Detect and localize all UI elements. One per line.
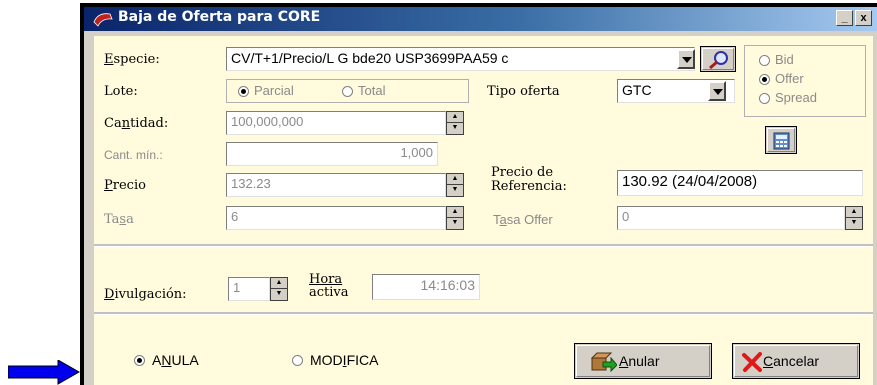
divulgacion-spinner[interactable]: ▲ ▼ (270, 277, 288, 301)
parcial-label: Parcial (254, 83, 294, 98)
cancel-x-icon (742, 352, 762, 372)
tasa-offer-label: Tasa Offer (493, 212, 553, 227)
tasa-offer-input[interactable]: 0 (617, 206, 845, 230)
hora-activa-value: 14:16:03 (372, 274, 480, 300)
minimize-button[interactable]: _ (836, 10, 853, 26)
cantidad-spinner[interactable]: ▲ ▼ (446, 111, 464, 135)
tasa-input[interactable]: 6 (226, 206, 446, 230)
calculator-button[interactable] (765, 126, 797, 154)
tasa-label: Tasa (104, 212, 134, 227)
offer-radio[interactable] (759, 74, 770, 85)
divider (94, 312, 873, 315)
precio-input[interactable]: 132.23 (226, 173, 446, 197)
especie-label: Especie: (104, 52, 160, 67)
anular-label: Anular (619, 353, 660, 369)
parcial-radio[interactable] (238, 86, 249, 97)
total-radio[interactable] (342, 86, 353, 97)
hora-activa-label-line2: activa (309, 285, 349, 300)
hora-activa-label: Hora activa (309, 273, 349, 299)
precio-label: Precio (104, 178, 146, 193)
box-arrow-icon (591, 352, 617, 372)
divulgacion-label: Divulgación: (104, 287, 187, 302)
divulgacion-input[interactable]: 1 (228, 277, 270, 301)
offer-label: Offer (775, 71, 804, 86)
cancelar-button[interactable]: Cancelar (732, 343, 860, 379)
precio-spinner[interactable]: ▲ ▼ (446, 173, 464, 197)
modifica-label: MODIFICA (310, 352, 379, 368)
tasa-offer-spinner[interactable]: ▲ ▼ (845, 206, 863, 230)
anula-label: ANULA (152, 352, 199, 368)
tipo-oferta-dropdown-button[interactable] (708, 81, 726, 101)
calculator-icon (773, 132, 790, 150)
bid-radio[interactable] (759, 55, 770, 66)
cantidad-label: Cantidad: (104, 116, 169, 131)
divider (94, 244, 873, 247)
tasa-spinner[interactable]: ▲ ▼ (446, 206, 464, 230)
tipo-oferta-label: Tipo oferta (487, 84, 560, 99)
pointer-arrow-icon (8, 360, 80, 385)
cant-min-input[interactable]: 1,000 (226, 142, 438, 166)
especie-dropdown-button[interactable] (677, 49, 695, 69)
cant-min-label: Cant. mín.: (104, 148, 163, 162)
especie-select[interactable]: CV/T+1/Precio/L G bde20 USP3699PAA59 c (226, 47, 695, 71)
total-label: Total (358, 83, 386, 98)
modifica-radio[interactable] (292, 355, 303, 366)
spread-label: Spread (775, 90, 817, 105)
precio-ref-label-line2: Referencia: (491, 179, 567, 194)
bid-label: Bid (775, 52, 794, 67)
app-icon (93, 13, 113, 27)
precio-ref-label: Precio de Referencia: (491, 166, 567, 194)
anula-radio[interactable] (134, 355, 145, 366)
lote-label: Lote: (104, 84, 138, 99)
magnifier-icon (709, 51, 728, 70)
search-button[interactable] (700, 46, 736, 72)
window-title: Baja de Oferta para CORE (118, 9, 321, 25)
precio-ref-value: 130.92 (24/04/2008) (617, 170, 863, 196)
anular-button[interactable]: Anular (574, 343, 712, 379)
spread-radio[interactable] (759, 93, 770, 104)
cantidad-input[interactable]: 100,000,000 (226, 111, 446, 135)
precio-ref-label-line1: Precio de (491, 165, 554, 180)
cancelar-label: Cancelar (763, 353, 820, 369)
close-button[interactable]: x (855, 10, 872, 26)
